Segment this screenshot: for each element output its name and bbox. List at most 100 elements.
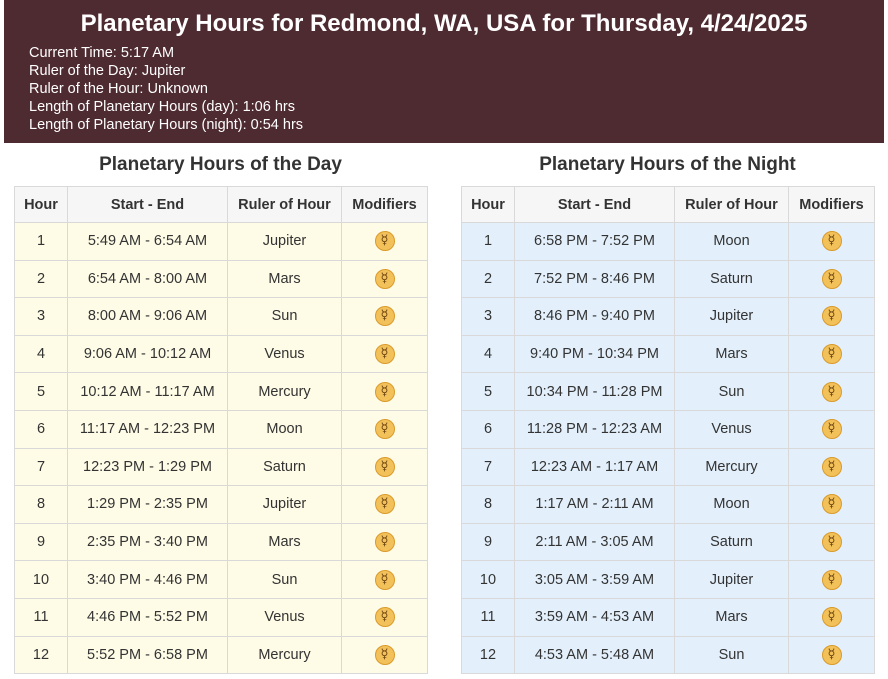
table-row: 3 8:46 PM - 9:40 PM Jupiter ☿ [461, 297, 875, 336]
hour-cell: 12 [14, 635, 68, 675]
mercury-modifier-icon[interactable]: ☿ [821, 607, 842, 628]
mercury-modifier-icon[interactable]: ☿ [821, 381, 842, 402]
ruler-of-day: Ruler of the Day: Jupiter [29, 63, 186, 79]
start-end-cell: 4:53 AM - 5:48 AM [514, 635, 675, 675]
hour-cell: 6 [461, 409, 515, 449]
hour-cell: 9 [461, 522, 515, 562]
start-end-cell: 1:17 AM - 2:11 AM [514, 485, 675, 524]
ruler-cell: Saturn [674, 522, 789, 562]
modifiers-cell: ☿ [788, 222, 875, 261]
modifiers-cell: ☿ [788, 522, 875, 562]
info-panel: Current Time: 5:17 AM Ruler of the Day: … [29, 44, 884, 134]
mercury-modifier-icon[interactable]: ☿ [374, 532, 395, 553]
night-hours-table: Hour Start - End Ruler of Hour Modifiers… [461, 186, 875, 675]
start-end-cell: 11:28 PM - 12:23 AM [514, 409, 675, 449]
start-end-cell: 1:29 PM - 2:35 PM [67, 485, 228, 524]
mercury-modifier-icon[interactable]: ☿ [374, 644, 395, 665]
night-table-body: 1 6:58 PM - 7:52 PM Moon ☿ 2 7:52 PM - 8:46 P… [461, 222, 875, 675]
hour-cell: 2 [461, 259, 515, 299]
day-section: Planetary Hours of the Day Hour Start - … [14, 143, 428, 675]
table-header-row: Hour Start - End Ruler of Hour Modifiers [14, 186, 428, 223]
mercury-modifier-icon[interactable]: ☿ [374, 419, 395, 440]
mercury-modifier-icon[interactable]: ☿ [821, 532, 842, 553]
mercury-modifier-icon[interactable]: ☿ [374, 569, 395, 590]
mercury-modifier-icon[interactable]: ☿ [374, 306, 395, 327]
table-row: 2 6:54 AM - 8:00 AM Mars ☿ [14, 259, 428, 299]
ruler-cell: Saturn [227, 447, 342, 487]
ruler-cell: Mercury [674, 447, 789, 487]
hour-cell: 7 [461, 447, 515, 487]
ruler-cell: Mercury [227, 372, 342, 411]
modifiers-cell: ☿ [341, 372, 428, 411]
mercury-modifier-icon[interactable]: ☿ [374, 381, 395, 402]
column-header-hour: Hour [461, 186, 515, 223]
ruler-cell: Venus [674, 409, 789, 449]
day-table-body: 1 5:49 AM - 6:54 AM Jupiter ☿ 2 6:54 AM - 8:0… [14, 222, 428, 675]
start-end-cell: 3:59 AM - 4:53 AM [514, 597, 675, 637]
start-end-cell: 5:49 AM - 6:54 AM [67, 222, 228, 261]
day-hour-length: Length of Planetary Hours (day): 1:06 hr… [29, 99, 295, 115]
hour-cell: 3 [461, 297, 515, 336]
night-hour-length: Length of Planetary Hours (night): 0:54 … [29, 117, 304, 133]
mercury-modifier-icon[interactable]: ☿ [374, 268, 395, 289]
mercury-modifier-icon[interactable]: ☿ [374, 494, 395, 515]
modifiers-cell: ☿ [341, 485, 428, 524]
hour-cell: 8 [14, 485, 68, 524]
hour-cell: 4 [461, 334, 515, 374]
mercury-modifier-icon[interactable]: ☿ [821, 344, 842, 365]
hour-cell: 3 [14, 297, 68, 336]
mercury-modifier-icon[interactable]: ☿ [374, 456, 395, 477]
start-end-cell: 7:52 PM - 8:46 PM [514, 259, 675, 299]
start-end-cell: 9:40 PM - 10:34 PM [514, 334, 675, 374]
table-row: 9 2:35 PM - 3:40 PM Mars ☿ [14, 522, 428, 562]
ruler-cell: Sun [227, 297, 342, 336]
mercury-modifier-icon[interactable]: ☿ [374, 231, 395, 252]
table-row: 11 4:46 PM - 5:52 PM Venus ☿ [14, 597, 428, 637]
table-row: 8 1:29 PM - 2:35 PM Jupiter ☿ [14, 485, 428, 524]
table-row: 2 7:52 PM - 8:46 PM Saturn ☿ [461, 259, 875, 299]
mercury-modifier-icon[interactable]: ☿ [821, 306, 842, 327]
modifiers-cell: ☿ [788, 334, 875, 374]
hour-cell: 5 [461, 372, 515, 411]
start-end-cell: 8:00 AM - 9:06 AM [67, 297, 228, 336]
table-header-row: Hour Start - End Ruler of Hour Modifiers [461, 186, 875, 223]
start-end-cell: 3:40 PM - 4:46 PM [67, 560, 228, 599]
hour-cell: 6 [14, 409, 68, 449]
ruler-cell: Mars [674, 597, 789, 637]
ruler-cell: Mars [674, 334, 789, 374]
modifiers-cell: ☿ [341, 259, 428, 299]
mercury-modifier-icon[interactable]: ☿ [821, 231, 842, 252]
hour-cell: 11 [14, 597, 68, 637]
current-time: Current Time: 5:17 AM [29, 45, 175, 61]
ruler-cell: Sun [674, 635, 789, 675]
start-end-cell: 3:05 AM - 3:59 AM [514, 560, 675, 599]
modifiers-cell: ☿ [341, 635, 428, 675]
table-row: 6 11:17 AM - 12:23 PM Moon ☿ [14, 409, 428, 449]
hour-cell: 1 [461, 222, 515, 261]
modifiers-cell: ☿ [788, 635, 875, 675]
night-section: Planetary Hours of the Night Hour Start … [461, 143, 875, 675]
mercury-modifier-icon[interactable]: ☿ [821, 419, 842, 440]
hour-cell: 9 [14, 522, 68, 562]
mercury-modifier-icon[interactable]: ☿ [821, 569, 842, 590]
table-row: 10 3:05 AM - 3:59 AM Jupiter ☿ [461, 560, 875, 599]
ruler-cell: Venus [227, 334, 342, 374]
table-row: 5 10:12 AM - 11:17 AM Mercury ☿ [14, 372, 428, 411]
modifiers-cell: ☿ [788, 409, 875, 449]
ruler-cell: Sun [227, 560, 342, 599]
modifiers-cell: ☿ [341, 522, 428, 562]
hour-cell: 2 [14, 259, 68, 299]
mercury-modifier-icon[interactable]: ☿ [374, 607, 395, 628]
start-end-cell: 4:46 PM - 5:52 PM [67, 597, 228, 637]
mercury-modifier-icon[interactable]: ☿ [821, 644, 842, 665]
mercury-modifier-icon[interactable]: ☿ [821, 268, 842, 289]
modifiers-cell: ☿ [788, 485, 875, 524]
mercury-modifier-icon[interactable]: ☿ [821, 456, 842, 477]
table-row: 1 5:49 AM - 6:54 AM Jupiter ☿ [14, 222, 428, 261]
mercury-modifier-icon[interactable]: ☿ [821, 494, 842, 515]
mercury-modifier-icon[interactable]: ☿ [374, 344, 395, 365]
table-row: 7 12:23 PM - 1:29 PM Saturn ☿ [14, 447, 428, 487]
modifiers-cell: ☿ [788, 447, 875, 487]
ruler-cell: Jupiter [674, 560, 789, 599]
ruler-cell: Jupiter [227, 222, 342, 261]
